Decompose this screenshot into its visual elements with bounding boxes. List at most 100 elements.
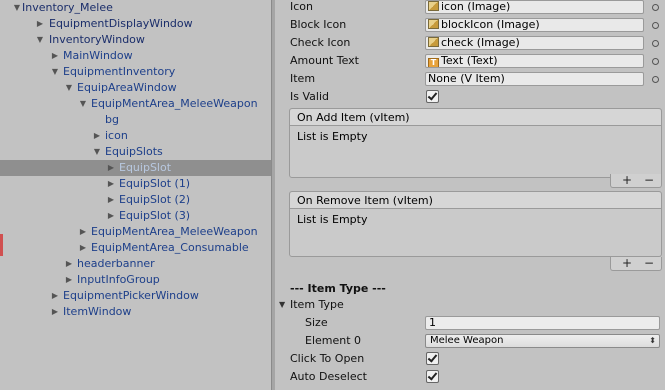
on-add-item-event: On Add Item (vItem) List is Empty xyxy=(289,108,662,178)
amount-text-object-field[interactable]: T Text (Text) xyxy=(425,54,644,68)
on-remove-item-body: List is Empty xyxy=(297,213,368,226)
hierarchy-item-label: EquipMentArea_MeleeWeapon xyxy=(91,225,258,238)
expand-arrow-icon[interactable]: ▼ xyxy=(35,32,45,48)
hierarchy-item-label: MainWindow xyxy=(63,49,133,62)
expand-arrow-icon[interactable]: ▶ xyxy=(78,224,88,240)
object-picker-icon[interactable] xyxy=(652,58,659,65)
hierarchy-item-equipmentarea-meleeweapon-2[interactable]: ▶ EquipMentArea_MeleeWeapon xyxy=(0,224,271,240)
hierarchy-item-label: InputInfoGroup xyxy=(77,273,160,286)
expand-arrow-icon[interactable]: ▶ xyxy=(106,160,116,176)
block-icon-object-field[interactable]: blockIcon (Image) xyxy=(425,18,644,32)
expand-arrow-icon[interactable]: ▶ xyxy=(50,304,60,320)
click-to-open-checkbox[interactable] xyxy=(426,352,439,365)
hierarchy-item-equipslot-2[interactable]: ▶ EquipSlot (2) xyxy=(0,192,271,208)
on-add-item-body: List is Empty xyxy=(297,130,368,143)
checkmark-icon xyxy=(427,352,438,363)
hierarchy-item-inputinfogroup[interactable]: ▶ InputInfoGroup xyxy=(0,272,271,288)
icon-object-field[interactable]: icon (Image) xyxy=(425,0,644,14)
icon-field-label: Icon xyxy=(290,0,313,13)
expand-arrow-icon[interactable]: ▶ xyxy=(106,208,116,224)
hierarchy-item-inventorywindow[interactable]: ▼ InventoryWindow xyxy=(0,32,271,48)
expand-arrow-icon[interactable]: ▶ xyxy=(64,272,74,288)
element-0-label: Element 0 xyxy=(305,334,362,347)
hierarchy-item-label: bg xyxy=(105,113,119,126)
expand-arrow-icon[interactable]: ▼ xyxy=(50,64,60,80)
expand-arrow-icon[interactable]: ▶ xyxy=(50,288,60,304)
hierarchy-item-equipmentpickerwindow[interactable]: ▶ EquipmentPickerWindow xyxy=(0,288,271,304)
inspector-panel: Icon icon (Image) Block Icon blockIcon (… xyxy=(275,0,665,390)
icon-object-value: icon (Image) xyxy=(441,0,511,13)
expand-arrow-icon[interactable]: ▶ xyxy=(106,176,116,192)
add-listener-button[interactable]: + xyxy=(619,174,635,186)
element-0-dropdown[interactable]: Melee Weapon ⬍ xyxy=(425,334,660,348)
hierarchy-item-itemwindow[interactable]: ▶ ItemWindow xyxy=(0,304,271,320)
hierarchy-item-label: EquipSlot (3) xyxy=(119,209,191,222)
expand-arrow-icon[interactable]: ▶ xyxy=(35,16,45,32)
item-type-label[interactable]: Item Type xyxy=(290,296,344,314)
object-picker-icon[interactable] xyxy=(652,4,659,11)
expand-arrow-icon[interactable]: ▶ xyxy=(64,256,74,272)
hierarchy-item-equipmentarea-meleeweapon[interactable]: ▼ EquipMentArea_MeleeWeapon xyxy=(0,96,271,112)
expand-arrow-icon[interactable]: ▼ xyxy=(12,0,22,16)
hierarchy-item-label: ItemWindow xyxy=(63,305,132,318)
object-picker-icon[interactable] xyxy=(652,40,659,47)
expand-arrow-icon[interactable]: ▶ xyxy=(92,128,102,144)
hierarchy-item-mainwindow[interactable]: ▶ MainWindow xyxy=(0,48,271,64)
block-icon-object-value: blockIcon (Image) xyxy=(441,18,540,31)
hierarchy-item-equipareawindow[interactable]: ▼ EquipAreaWindow xyxy=(0,80,271,96)
hierarchy-item-label: EquipMentArea_MeleeWeapon xyxy=(91,97,258,110)
on-remove-item-footer: + − xyxy=(610,257,662,271)
auto-deselect-checkbox[interactable] xyxy=(426,370,439,383)
hierarchy-item-equipslots[interactable]: ▼ EquipSlots xyxy=(0,144,271,160)
checkmark-icon xyxy=(427,370,438,381)
hierarchy-item-label: InventoryWindow xyxy=(49,33,145,46)
expand-arrow-icon[interactable]: ▼ xyxy=(78,96,88,112)
image-icon xyxy=(428,37,439,47)
foldout-arrow-icon[interactable]: ▼ xyxy=(279,297,289,313)
on-add-item-header: On Add Item (vItem) xyxy=(290,109,661,126)
expand-arrow-icon[interactable]: ▼ xyxy=(64,80,74,96)
hierarchy-item-label: EquipmentInventory xyxy=(63,65,176,78)
hierarchy-item-equipslot[interactable]: ▶ EquipSlot xyxy=(0,160,271,176)
item-object-field[interactable]: None (V Item) xyxy=(425,72,644,86)
hierarchy-panel: ▼ Inventory_Melee ▶ EquipmentDisplayWind… xyxy=(0,0,271,390)
on-remove-item-event: On Remove Item (vItem) List is Empty xyxy=(289,191,662,257)
add-listener-button[interactable]: + xyxy=(619,257,635,269)
expand-arrow-icon[interactable]: ▶ xyxy=(106,192,116,208)
hierarchy-item-label: headerbanner xyxy=(77,257,155,270)
click-to-open-label: Click To Open xyxy=(290,352,365,365)
object-picker-icon[interactable] xyxy=(652,22,659,29)
is-valid-checkbox[interactable] xyxy=(426,90,439,103)
amount-text-field-label: Amount Text xyxy=(290,54,359,67)
hierarchy-item-bg[interactable]: bg xyxy=(0,112,271,128)
hierarchy-item-equipslot-1[interactable]: ▶ EquipSlot (1) xyxy=(0,176,271,192)
expand-arrow-icon[interactable]: ▶ xyxy=(78,240,88,256)
check-icon-object-field[interactable]: check (Image) xyxy=(425,36,644,50)
block-icon-field-label: Block Icon xyxy=(290,18,347,31)
on-remove-item-header: On Remove Item (vItem) xyxy=(290,192,661,209)
hierarchy-item-headerbanner[interactable]: ▶ headerbanner xyxy=(0,256,271,272)
remove-listener-button[interactable]: − xyxy=(641,174,657,186)
hierarchy-item-equipmentinventory[interactable]: ▼ EquipmentInventory xyxy=(0,64,271,80)
hierarchy-item-equipmentarea-consumable[interactable]: ▶ EquipMentArea_Consumable xyxy=(0,240,271,256)
remove-listener-button[interactable]: − xyxy=(641,257,657,269)
image-icon xyxy=(428,19,439,29)
hierarchy-item-equipslot-3[interactable]: ▶ EquipSlot (3) xyxy=(0,208,271,224)
hierarchy-item-equipmentdisplaywindow[interactable]: ▶ EquipmentDisplayWindow xyxy=(0,16,271,32)
expand-arrow-icon[interactable]: ▼ xyxy=(92,144,102,160)
hierarchy-item-label: EquipAreaWindow xyxy=(77,81,177,94)
hierarchy-item-label: icon xyxy=(105,129,128,142)
hierarchy-item-label: EquipSlot xyxy=(119,161,172,174)
element-0-selected-value: Melee Weapon xyxy=(430,335,504,346)
dropdown-caret-icon: ⬍ xyxy=(649,336,656,345)
object-picker-icon[interactable] xyxy=(652,76,659,83)
hierarchy-item-icon[interactable]: ▶ icon xyxy=(0,128,271,144)
image-icon xyxy=(428,1,439,11)
hierarchy-item-label: EquipSlot (1) xyxy=(119,177,191,190)
size-input[interactable]: 1 xyxy=(425,316,660,330)
auto-deselect-label: Auto Deselect xyxy=(290,370,367,383)
check-icon-object-value: check (Image) xyxy=(441,36,520,49)
hierarchy-item-inventory-melee[interactable]: ▼ Inventory_Melee xyxy=(0,0,271,16)
hierarchy-item-label: Inventory_Melee xyxy=(22,1,113,14)
expand-arrow-icon[interactable]: ▶ xyxy=(50,48,60,64)
